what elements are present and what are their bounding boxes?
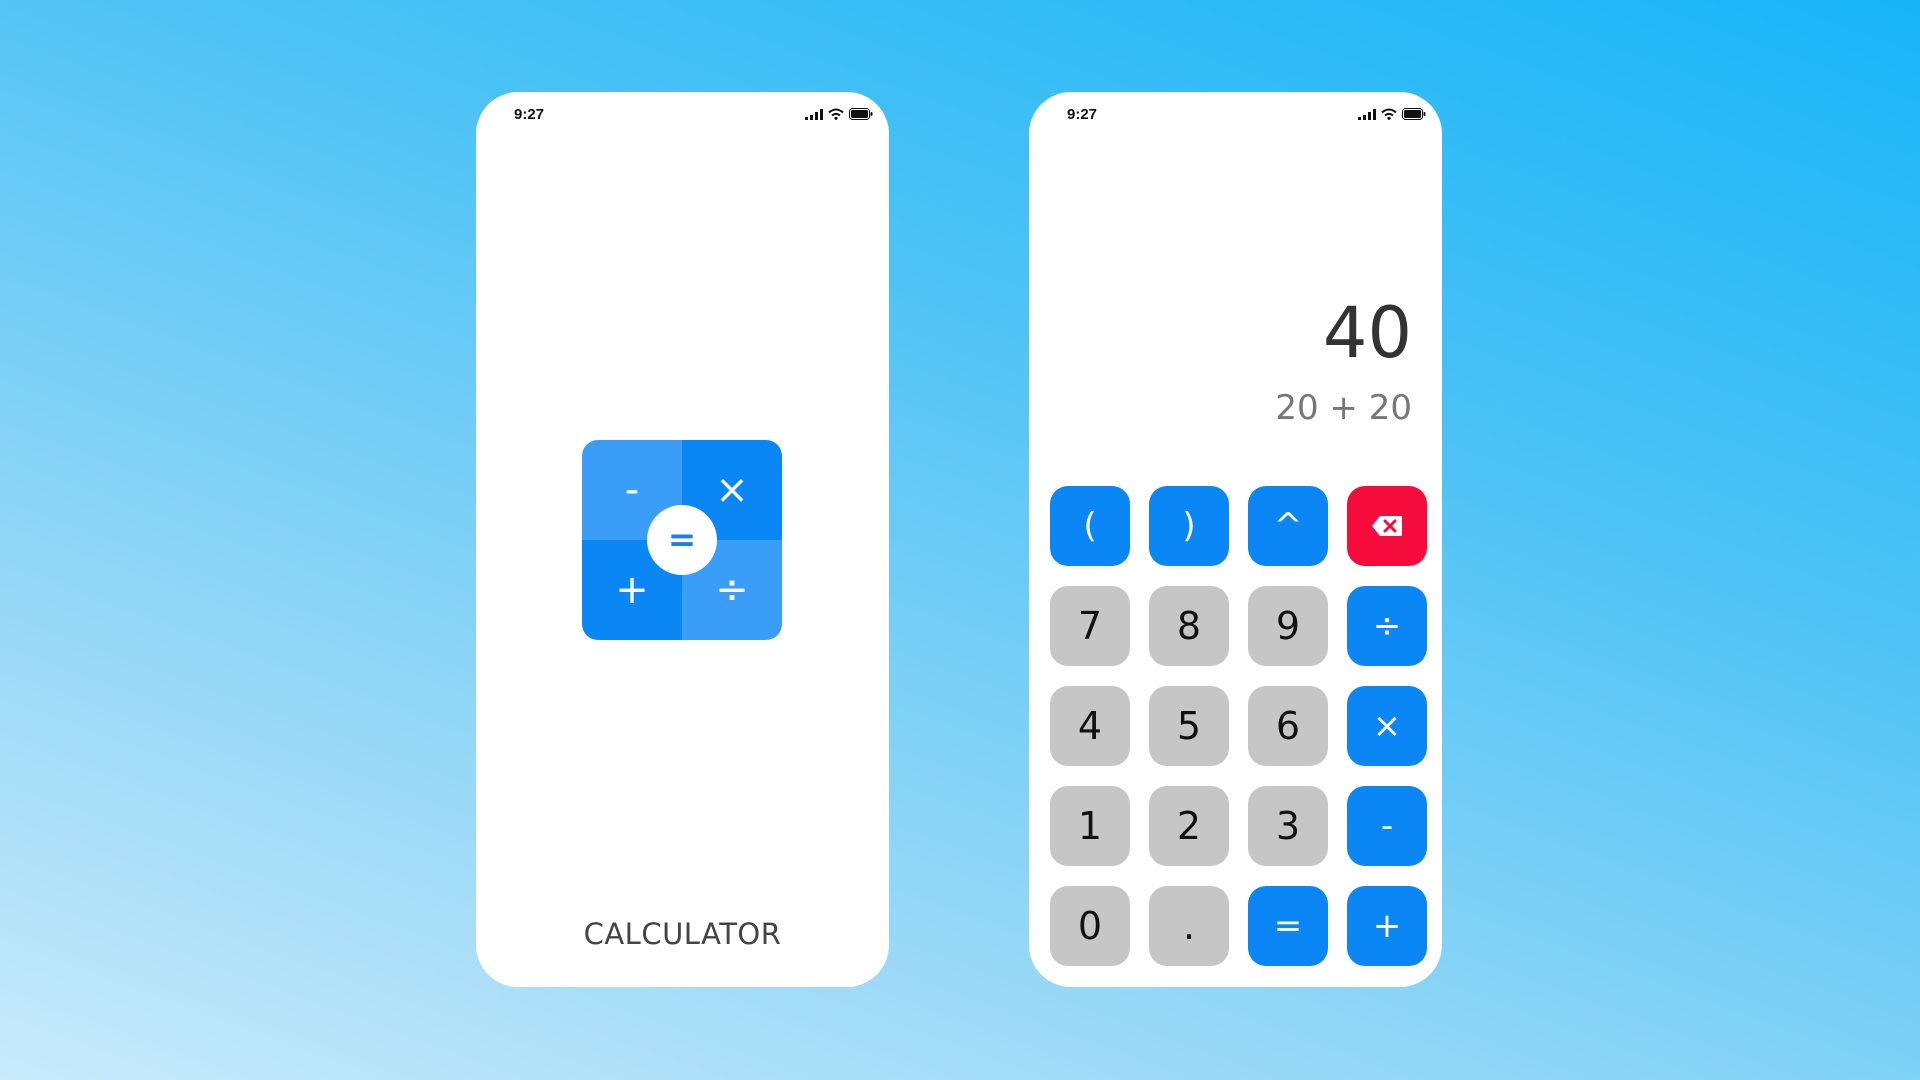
equals-key[interactable]: = bbox=[1248, 886, 1328, 966]
digit-0-key[interactable]: 0 bbox=[1050, 886, 1130, 966]
power-key[interactable]: ^ bbox=[1248, 486, 1328, 566]
app-logo: - × + ÷ = bbox=[582, 440, 782, 640]
key-label: 1 bbox=[1077, 804, 1103, 848]
digit-8-key[interactable]: 8 bbox=[1149, 586, 1229, 666]
wifi-icon bbox=[828, 108, 844, 120]
key-label: ^ bbox=[1273, 506, 1303, 546]
backspace-icon bbox=[1372, 516, 1402, 536]
status-time: 9:27 bbox=[1067, 106, 1098, 123]
key-label: - bbox=[1380, 806, 1394, 846]
status-icons bbox=[805, 108, 873, 120]
key-label: 0 bbox=[1077, 904, 1103, 948]
digit-2-key[interactable]: 2 bbox=[1149, 786, 1229, 866]
key-label: × bbox=[1372, 706, 1402, 746]
key-label: 2 bbox=[1176, 804, 1202, 848]
status-time: 9:27 bbox=[514, 106, 545, 123]
calculator-screen: 9:27 40 20 + 20 () ^ 7 8 9 ÷ 4 5 6 × 1 2 3 - 0. = + bbox=[1029, 92, 1442, 987]
battery-icon bbox=[1402, 108, 1426, 120]
battery-icon bbox=[849, 108, 873, 120]
key-label: 3 bbox=[1275, 804, 1301, 848]
key-label: 6 bbox=[1275, 704, 1301, 748]
key-label: ÷ bbox=[1372, 606, 1402, 646]
key-label: 7 bbox=[1077, 604, 1103, 648]
key-label: + bbox=[1372, 906, 1402, 946]
decimal-key[interactable]: . bbox=[1149, 886, 1229, 966]
splash-screen: 9:27 - × + ÷ = CALCULATOR bbox=[476, 92, 889, 987]
key-label: 5 bbox=[1176, 704, 1202, 748]
close-paren-key[interactable]: ) bbox=[1149, 486, 1229, 566]
multiply-key[interactable]: × bbox=[1347, 686, 1427, 766]
display-result: 40 bbox=[1322, 292, 1412, 374]
signal-icon bbox=[1358, 108, 1376, 120]
subtract-key[interactable]: - bbox=[1347, 786, 1427, 866]
app-title: CALCULATOR bbox=[583, 917, 782, 951]
status-icons bbox=[1358, 108, 1426, 120]
digit-3-key[interactable]: 3 bbox=[1248, 786, 1328, 866]
logo-equals: = bbox=[647, 505, 717, 575]
digit-7-key[interactable]: 7 bbox=[1050, 586, 1130, 666]
key-label: 4 bbox=[1077, 704, 1103, 748]
status-bar: 9:27 bbox=[476, 92, 889, 138]
key-label: 9 bbox=[1275, 604, 1301, 648]
key-label: 8 bbox=[1176, 604, 1202, 648]
divide-key[interactable]: ÷ bbox=[1347, 586, 1427, 666]
key-label: = bbox=[1273, 906, 1303, 946]
wifi-icon bbox=[1381, 108, 1397, 120]
display-expression: 20 + 20 bbox=[1275, 388, 1412, 428]
key-label: ( bbox=[1083, 506, 1097, 546]
keypad: () ^ 7 8 9 ÷ 4 5 6 × 1 2 3 - 0. = + bbox=[1050, 486, 1427, 966]
open-paren-key[interactable]: ( bbox=[1050, 486, 1130, 566]
signal-icon bbox=[805, 108, 823, 120]
digit-4-key[interactable]: 4 bbox=[1050, 686, 1130, 766]
add-key[interactable]: + bbox=[1347, 886, 1427, 966]
digit-9-key[interactable]: 9 bbox=[1248, 586, 1328, 666]
digit-1-key[interactable]: 1 bbox=[1050, 786, 1130, 866]
key-label: . bbox=[1182, 904, 1196, 948]
digit-5-key[interactable]: 5 bbox=[1149, 686, 1229, 766]
digit-6-key[interactable]: 6 bbox=[1248, 686, 1328, 766]
backspace-key[interactable] bbox=[1347, 486, 1427, 566]
status-bar: 9:27 bbox=[1029, 92, 1442, 138]
key-label: ) bbox=[1182, 506, 1196, 546]
